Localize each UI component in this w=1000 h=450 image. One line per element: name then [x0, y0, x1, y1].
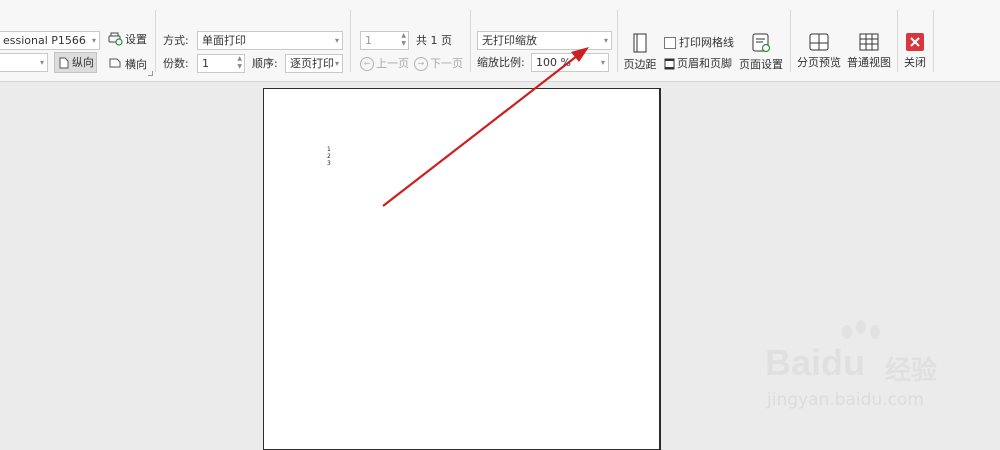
baidu-jingyan-watermark: Baidu 经验 jingyan.baidu.com	[765, 320, 985, 415]
watermark-url: jingyan.baidu.com	[767, 390, 924, 410]
watermark-brand: Baidu	[765, 342, 866, 383]
watermark-brand-cn: 经验	[885, 356, 938, 386]
